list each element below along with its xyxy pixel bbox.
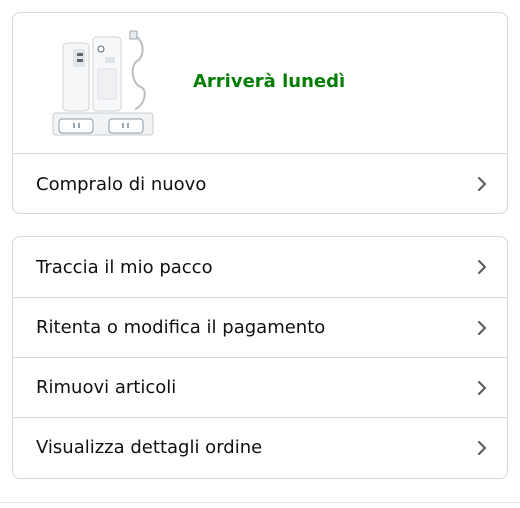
- retry-payment-label: Ritenta o modifica il pagamento: [36, 317, 326, 338]
- shipment-summary[interactable]: Arriverà lunedì: [13, 13, 507, 154]
- chevron-right-icon: [478, 320, 486, 335]
- track-package-row[interactable]: Traccia il mio pacco: [13, 237, 507, 297]
- delivery-status: Arriverà lunedì: [193, 71, 346, 92]
- remove-items-row[interactable]: Rimuovi articoli: [13, 357, 507, 417]
- chevron-right-icon: [478, 380, 486, 395]
- order-details-label: Visualizza dettagli ordine: [36, 437, 263, 458]
- charging-dock-product-icon[interactable]: [51, 27, 155, 137]
- order-actions-card: Traccia il mio pacco Ritenta o modifica …: [12, 236, 508, 479]
- chevron-right-icon: [478, 260, 486, 274]
- chevron-right-icon: [478, 440, 486, 455]
- buy-again-row[interactable]: Compralo di nuovo: [13, 154, 507, 213]
- section-divider: [0, 502, 520, 503]
- track-package-label: Traccia il mio pacco: [36, 256, 213, 278]
- retry-payment-row[interactable]: Ritenta o modifica il pagamento: [13, 297, 507, 357]
- shipment-card: Arriverà lunedì Compralo di nuovo: [12, 12, 508, 214]
- buy-again-label: Compralo di nuovo: [36, 173, 207, 195]
- order-details-row[interactable]: Visualizza dettagli ordine: [13, 417, 507, 477]
- chevron-right-icon: [478, 177, 486, 191]
- remove-items-label: Rimuovi articoli: [36, 377, 177, 398]
